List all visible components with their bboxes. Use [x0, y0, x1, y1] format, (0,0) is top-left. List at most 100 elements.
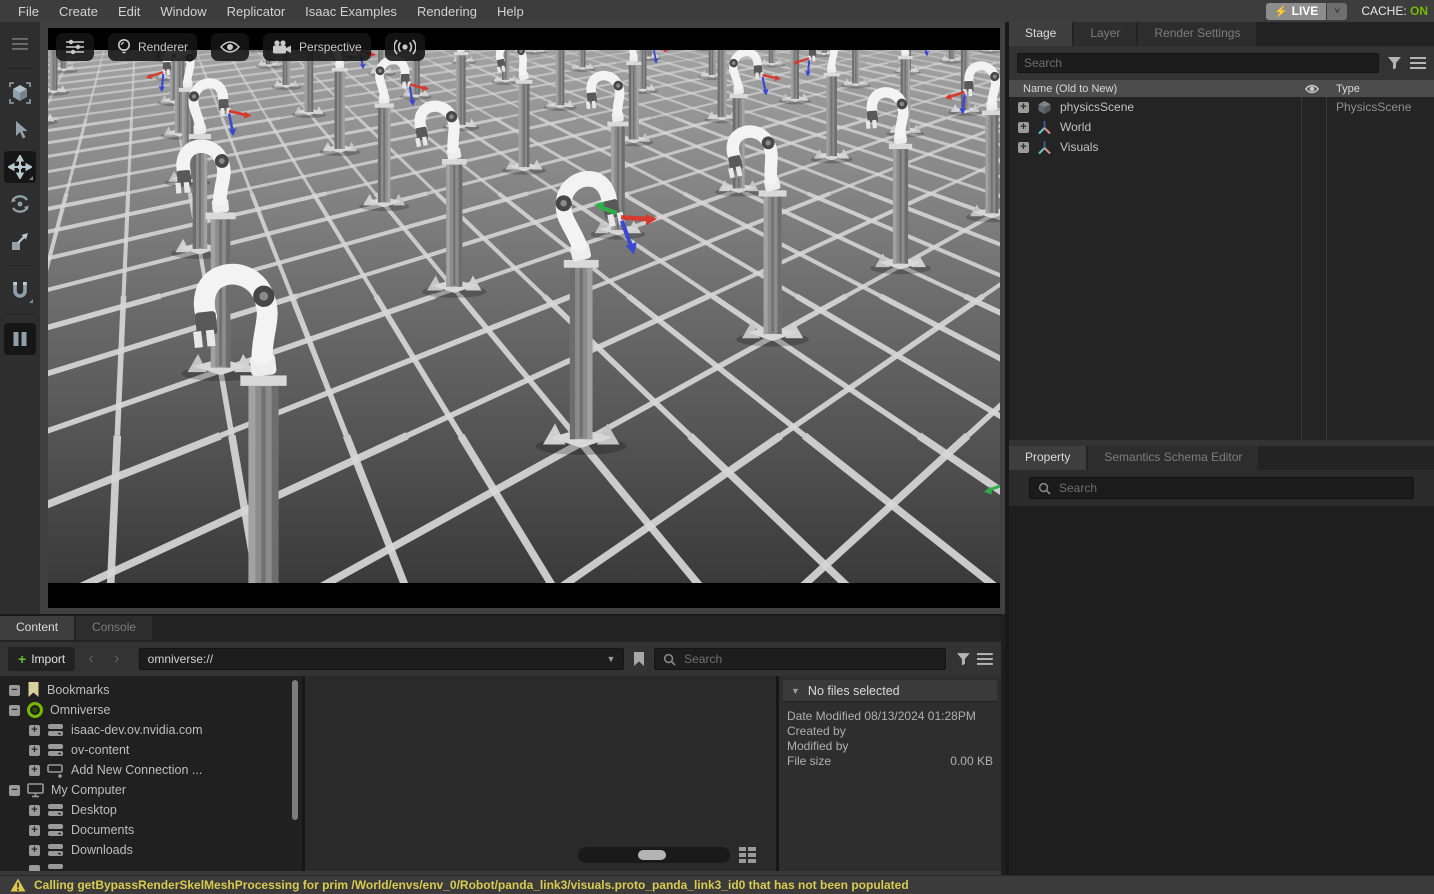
hamburger-icon — [10, 34, 30, 54]
menu-help[interactable]: Help — [487, 4, 534, 19]
stage-row-world[interactable]: + World — [1009, 117, 1434, 137]
options-hamburger-icon[interactable] — [977, 653, 993, 665]
collapse-toggle[interactable]: − — [9, 705, 20, 716]
menu-create[interactable]: Create — [49, 4, 108, 19]
lightbulb-icon — [117, 38, 131, 56]
tree-item-omniverse[interactable]: − Omniverse — [0, 700, 302, 720]
tab-semantics-schema-editor[interactable]: Semantics Schema Editor — [1088, 446, 1258, 470]
expand-toggle[interactable]: + — [1018, 142, 1029, 153]
expand-toggle[interactable]: + — [29, 745, 40, 756]
slider-handle[interactable] — [638, 850, 666, 860]
menu-isaac-examples[interactable]: Isaac Examples — [295, 4, 407, 19]
tree-item-add-connection[interactable]: + Add New Connection ... — [0, 760, 302, 780]
tree-item-desktop[interactable]: + Desktop — [0, 800, 302, 820]
tab-console[interactable]: Console — [76, 616, 152, 640]
menu-window[interactable]: Window — [150, 4, 216, 19]
import-button[interactable]: + Import — [8, 647, 75, 671]
path-input[interactable]: omniverse:// ▼ — [139, 648, 625, 670]
options-hamburger-icon[interactable] — [1410, 57, 1426, 69]
select-tool[interactable] — [4, 114, 36, 146]
prim-name: World — [1060, 120, 1091, 134]
tree-item-partial[interactable] — [0, 860, 302, 871]
expand-toggle[interactable]: + — [29, 825, 40, 836]
frame-select-tool[interactable] — [4, 77, 36, 109]
camera-label: Perspective — [299, 40, 362, 54]
toolbar-menu-button[interactable] — [4, 28, 36, 60]
expand-toggle[interactable]: + — [29, 725, 40, 736]
bookmark-button[interactable] — [630, 651, 648, 667]
eye-icon — [220, 40, 240, 54]
tree-item-server[interactable]: + ov-content — [0, 740, 302, 760]
menu-rendering[interactable]: Rendering — [407, 4, 487, 19]
expand-toggle[interactable]: + — [1018, 102, 1029, 113]
status-bar: Calling getBypassRenderSkelMeshProcessin… — [0, 875, 1434, 894]
tab-stage[interactable]: Stage — [1009, 22, 1072, 46]
grid-view-toggle-icon[interactable] — [739, 847, 756, 863]
files-grid-empty[interactable] — [305, 676, 776, 871]
column-type-label[interactable]: Type — [1336, 83, 1360, 95]
viewport-scene[interactable] — [48, 50, 1000, 583]
renderer-button[interactable]: Renderer — [108, 33, 197, 61]
tab-render-settings[interactable]: Render Settings — [1138, 22, 1256, 46]
tree-item-bookmarks[interactable]: − Bookmarks — [0, 680, 302, 700]
forward-button[interactable]: › — [107, 650, 127, 668]
tree-item-downloads[interactable]: + Downloads — [0, 840, 302, 860]
visibility-button[interactable] — [211, 33, 249, 61]
back-button[interactable]: ‹ — [81, 650, 101, 668]
snap-tool[interactable] — [4, 274, 36, 306]
capture-button[interactable] — [385, 33, 425, 61]
viewport-3d[interactable]: Renderer Perspective — [48, 28, 1000, 608]
rotate-icon — [8, 192, 32, 216]
stage-row-visuals[interactable]: + Visuals — [1009, 137, 1434, 157]
camera-button[interactable]: Perspective — [263, 33, 371, 61]
stage-column-header: Name (Old to New) Type — [1009, 80, 1434, 97]
property-search-input[interactable]: Search — [1029, 477, 1414, 499]
stage-row-physicsscene[interactable]: + physicsScene PhysicsScene — [1009, 97, 1434, 117]
tab-property[interactable]: Property — [1009, 446, 1086, 470]
tree-item-documents[interactable]: + Documents — [0, 820, 302, 840]
tab-layer[interactable]: Layer — [1074, 22, 1136, 46]
toolbar-separator — [5, 314, 35, 315]
tree-item-my-computer[interactable]: − My Computer — [0, 780, 302, 800]
visibility-column-eye-icon[interactable] — [1305, 84, 1319, 94]
rotate-tool[interactable] — [4, 188, 36, 220]
expand-toggle[interactable]: + — [29, 765, 40, 776]
magnet-icon — [9, 279, 31, 301]
expand-toggle[interactable]: + — [29, 805, 40, 816]
viewport-settings-button[interactable] — [56, 33, 94, 61]
chevron-down-icon[interactable]: ▼ — [606, 654, 615, 664]
left-toolbar — [0, 22, 40, 614]
server-icon — [47, 823, 64, 837]
chevron-down-icon: ˅ — [1334, 6, 1340, 17]
toolbar-separator — [5, 68, 35, 69]
collapse-toggle[interactable]: − — [9, 685, 20, 696]
expand-toggle[interactable]: + — [1018, 122, 1029, 133]
pause-button[interactable] — [4, 323, 36, 355]
live-button[interactable]: ⚡ LIVE — [1266, 3, 1326, 20]
tree-scrollbar[interactable] — [292, 680, 298, 820]
collapse-toggle[interactable]: − — [9, 785, 20, 796]
live-dropdown-button[interactable]: ˅ — [1327, 3, 1347, 20]
stage-tabstrip: Stage Layer Render Settings — [1009, 22, 1434, 46]
menu-replicator[interactable]: Replicator — [217, 4, 296, 19]
column-name-label[interactable]: Name (Old to New) — [1023, 83, 1117, 95]
tab-content[interactable]: Content — [0, 616, 74, 640]
detail-row-file-size: File size 0.00 KB — [783, 753, 997, 768]
filter-icon[interactable] — [956, 652, 971, 666]
detail-label: Modified by — [787, 739, 848, 753]
expand-toggle[interactable]: + — [29, 845, 40, 856]
stage-search-input[interactable] — [1017, 53, 1379, 73]
live-label: LIVE — [1292, 4, 1319, 18]
content-search-input[interactable]: Search — [654, 648, 946, 670]
move-tool[interactable] — [4, 151, 36, 183]
filter-icon[interactable] — [1387, 56, 1402, 70]
xform-axis-icon — [1037, 140, 1052, 155]
thumbnail-zoom-slider[interactable] — [578, 847, 730, 863]
menu-file[interactable]: File — [8, 4, 49, 19]
scale-tool[interactable] — [4, 225, 36, 257]
details-header[interactable]: ▼ No files selected — [783, 680, 997, 702]
omniverse-logo-icon — [27, 702, 43, 718]
menu-edit[interactable]: Edit — [108, 4, 150, 19]
tree-item-server[interactable]: + isaac-dev.ov.nvidia.com — [0, 720, 302, 740]
prim-name: physicsScene — [1060, 100, 1134, 114]
